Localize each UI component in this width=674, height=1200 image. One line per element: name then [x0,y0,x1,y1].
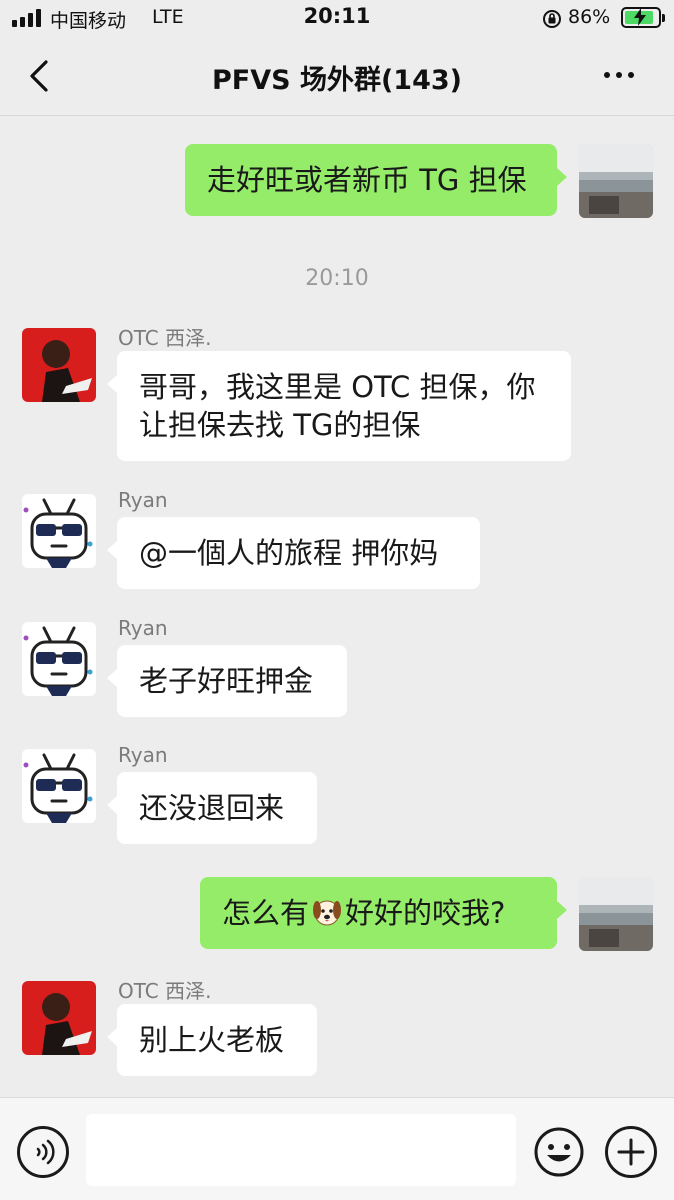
header-divider [0,115,674,116]
dog-face-icon [313,900,342,926]
sender-avatar[interactable] [22,981,96,1055]
incoming-message[interactable]: 哥哥，我这里是 OTC 担保，你 让担保去找 TG的担保 [107,351,571,461]
message-text: 还没退回来 [139,791,285,825]
message-text: 别上火老板 [139,1023,285,1057]
message-input[interactable] [86,1114,516,1186]
outgoing-message[interactable]: 走好旺或者新币 TG 担保 [185,144,567,216]
outgoing-message[interactable]: 怎么有 好好的咬我? [200,877,567,949]
sender-name: OTC 西泽. [118,979,212,1003]
smiley-icon[interactable] [533,1126,585,1178]
message-text-line: 让担保去找 TG的担保 [139,408,421,442]
battery-percent: 86% [568,6,611,28]
incoming-message[interactable]: 老子好旺押金 [107,645,347,717]
sender-avatar[interactable] [22,749,96,823]
status-bar: 中国移动 LTE 20:11 86% [0,0,674,36]
input-bar [0,1097,674,1200]
my-avatar[interactable] [579,877,653,951]
chat-title: PFVS 场外群(143) [211,65,462,96]
sender-avatar[interactable] [22,328,96,402]
incoming-message[interactable]: 还没退回来 [107,772,317,844]
sender-name: Ryan [118,488,168,512]
rotation-lock-icon [543,10,561,28]
sender-name: OTC 西泽. [118,326,212,350]
chat-header: PFVS 场外群(143) [0,36,674,116]
message-text-line: 哥哥，我这里是 OTC 担保，你 [139,370,536,404]
message-text: 走好旺或者新币 TG 担保 [207,163,527,197]
plus-icon[interactable] [605,1126,657,1178]
sender-avatar[interactable] [22,622,96,696]
my-avatar[interactable] [579,144,653,218]
message-text: 怎么有 [222,896,310,930]
incoming-message[interactable]: 别上火老板 [107,1004,317,1076]
voice-icon[interactable] [17,1126,69,1178]
message-text: @一個人的旅程 押你妈 [139,536,439,570]
message-text: 好好的咬我? [345,896,506,930]
incoming-message[interactable]: @一個人的旅程 押你妈 [107,517,480,589]
message-timestamp: 20:10 [305,266,369,291]
sender-name: Ryan [118,616,168,640]
sender-name: Ryan [118,743,168,767]
ellipsis-icon[interactable] [604,72,634,78]
message-text: 老子好旺押金 [139,664,314,698]
sender-avatar[interactable] [22,494,96,568]
battery-icon [621,7,665,28]
